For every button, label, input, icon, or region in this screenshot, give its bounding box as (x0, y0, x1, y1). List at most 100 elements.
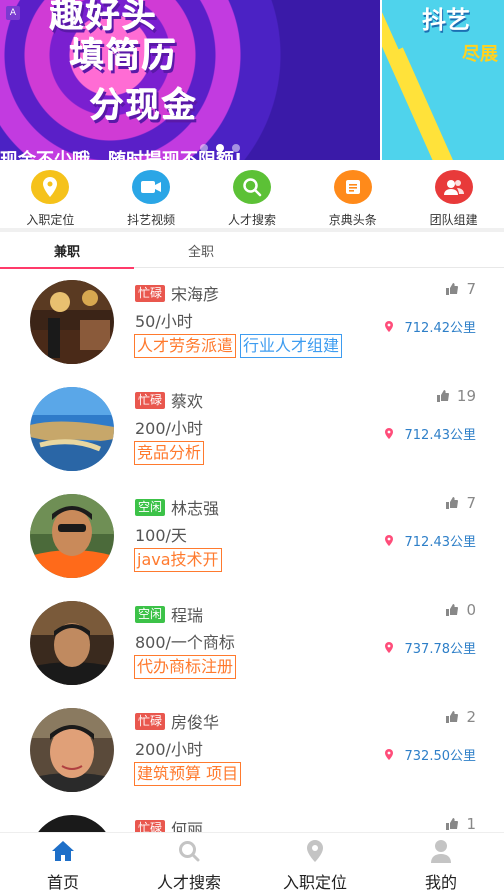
talent-name: 林志强 (171, 499, 220, 518)
distance: 712.43公里 (384, 424, 477, 443)
distance: 712.42公里 (384, 317, 476, 336)
list-item[interactable]: 忙碌 何丽 1 (0, 803, 504, 832)
status-badge: 忙碌 (135, 712, 166, 730)
distance-value: 737.78公里 (404, 642, 477, 657)
location-pin-icon (384, 642, 393, 653)
status-badge: 忙碌 (135, 391, 166, 409)
distance: 712.43公里 (384, 531, 477, 550)
carousel-dot (232, 144, 240, 152)
nav-label: 人才搜索 (156, 873, 221, 892)
quicknav-label: 人才搜索 (227, 213, 276, 227)
name-row: 忙碌 宋海彦 (135, 281, 219, 305)
quicknav-talent-search[interactable]: 人才搜索 (202, 162, 302, 228)
nav-talent-search[interactable]: 人才搜索 (126, 833, 252, 896)
price: 800/一个商标 (135, 633, 235, 652)
location-pin-icon (384, 535, 393, 546)
likes[interactable]: 1 (446, 815, 476, 832)
tab-full-time[interactable]: 全职 (134, 232, 268, 268)
like-count: 2 (466, 708, 476, 726)
nav-location[interactable]: 入职定位 (252, 833, 378, 896)
banner-line-3: 分现金 (90, 86, 198, 126)
tab-part-time[interactable]: 兼职 (0, 232, 134, 269)
list-item[interactable]: 空闲 林志强 100/天 java技术开 7 712.43公里 (0, 482, 504, 589)
quicknav-location[interactable]: 入职定位 (0, 162, 100, 228)
carousel-indicator (200, 144, 240, 152)
banner-side-subtitle: 尽展 (462, 44, 498, 65)
name-row: 忙碌 房俊华 (135, 709, 219, 733)
distance-value: 712.43公里 (404, 535, 477, 550)
likes[interactable]: 0 (446, 601, 476, 619)
avatar (30, 494, 114, 578)
status-badge: 空闲 (135, 605, 166, 623)
talent-name: 程瑞 (171, 606, 204, 625)
promo-banner[interactable]: A 趣好头 填简历 分现金 现金不少哦，随时提现不限额! 抖艺 尽展 (0, 0, 504, 160)
avatar (30, 387, 114, 471)
skill-tags: 代办商标注册 (134, 655, 237, 679)
banner-side-title: 抖艺 (422, 6, 470, 34)
nav-profile[interactable]: 我的 (378, 833, 504, 896)
user-icon (430, 839, 452, 863)
nav-label: 我的 (424, 873, 457, 892)
skill-tags: java技术开 (134, 548, 222, 572)
likes[interactable]: 19 (436, 387, 476, 405)
like-count: 1 (466, 815, 476, 832)
price: 100/天 (135, 526, 187, 545)
talent-name: 何丽 (171, 820, 204, 832)
location-pin-icon (306, 839, 324, 863)
like-count: 7 (466, 494, 476, 512)
like-count: 7 (466, 280, 476, 298)
app-screen: A 趣好头 填简历 分现金 现金不少哦，随时提现不限额! 抖艺 尽展 入职定位 (0, 0, 504, 896)
list-item[interactable]: 空闲 程瑞 800/一个商标 代办商标注册 0 737.78公里 (0, 589, 504, 696)
avatar (30, 280, 114, 364)
likes[interactable]: 7 (446, 494, 476, 512)
avatar (30, 815, 114, 832)
skill-tags: 人才劳务派遣 行业人才组建 (134, 334, 343, 358)
quicknav-label: 抖艺视频 (127, 213, 176, 227)
banner-next-slide[interactable]: 抖艺 尽展 (382, 0, 504, 160)
likes[interactable]: 7 (446, 280, 476, 298)
search-icon (232, 170, 271, 204)
list-item[interactable]: 忙碌 蔡欢 200/小时 竞品分析 19 712.43公里 (0, 375, 504, 482)
location-pin-icon (31, 170, 70, 204)
nav-label: 首页 (46, 873, 79, 892)
price: 200/小时 (135, 740, 203, 759)
skill-tag: 代办商标注册 (134, 655, 237, 679)
list-item[interactable]: 忙碌 宋海彦 50/小时 人才劳务派遣 行业人才组建 7 712.42公里 (0, 268, 504, 375)
talent-name: 宋海彦 (171, 285, 220, 304)
banner-line-2: 填简历 (70, 36, 178, 76)
thumbs-up-icon (446, 711, 459, 723)
avatar (30, 708, 114, 792)
talent-list: 忙碌 宋海彦 50/小时 人才劳务派遣 行业人才组建 7 712.42公里 忙碌… (0, 268, 504, 832)
status-badge: 忙碌 (135, 819, 166, 832)
ad-badge: A (6, 6, 20, 20)
quicknav-news[interactable]: 京典头条 (303, 162, 403, 228)
quicknav-label: 团队组建 (429, 213, 478, 227)
status-badge: 空闲 (135, 498, 166, 516)
thumbs-up-icon (446, 818, 459, 830)
nav-home[interactable]: 首页 (0, 833, 126, 896)
price: 50/小时 (135, 312, 193, 331)
bottom-nav: 首页 人才搜索 入职定位 我的 (0, 832, 504, 896)
job-type-tabs: 兼职 全职 (0, 232, 504, 269)
likes[interactable]: 2 (446, 708, 476, 726)
skill-tag: 竞品分析 (134, 441, 205, 465)
distance: 732.50公里 (384, 745, 476, 764)
thumbs-up-icon (446, 604, 459, 616)
list-item[interactable]: 忙碌 房俊华 200/小时 建筑预算 项目 2 732.50公里 (0, 696, 504, 803)
skill-tag: java技术开 (134, 548, 222, 572)
quick-nav: 入职定位 抖艺视频 人才搜索 京典头条 团队组建 (0, 162, 504, 228)
thumbs-up-icon (446, 497, 459, 509)
like-count: 0 (466, 601, 476, 619)
banner-slide[interactable]: A 趣好头 填简历 分现金 现金不少哦，随时提现不限额! (0, 0, 380, 160)
quicknav-video[interactable]: 抖艺视频 (101, 162, 201, 228)
price: 200/小时 (135, 419, 203, 438)
thumbs-up-icon (446, 283, 459, 295)
quicknav-label: 京典头条 (328, 213, 377, 227)
search-icon (178, 839, 200, 863)
quicknav-team[interactable]: 团队组建 (404, 162, 504, 228)
like-count: 19 (456, 387, 476, 405)
team-icon (434, 170, 473, 204)
distance-value: 712.43公里 (404, 428, 477, 443)
thumbs-up-icon (436, 390, 449, 402)
location-pin-icon (384, 321, 393, 332)
